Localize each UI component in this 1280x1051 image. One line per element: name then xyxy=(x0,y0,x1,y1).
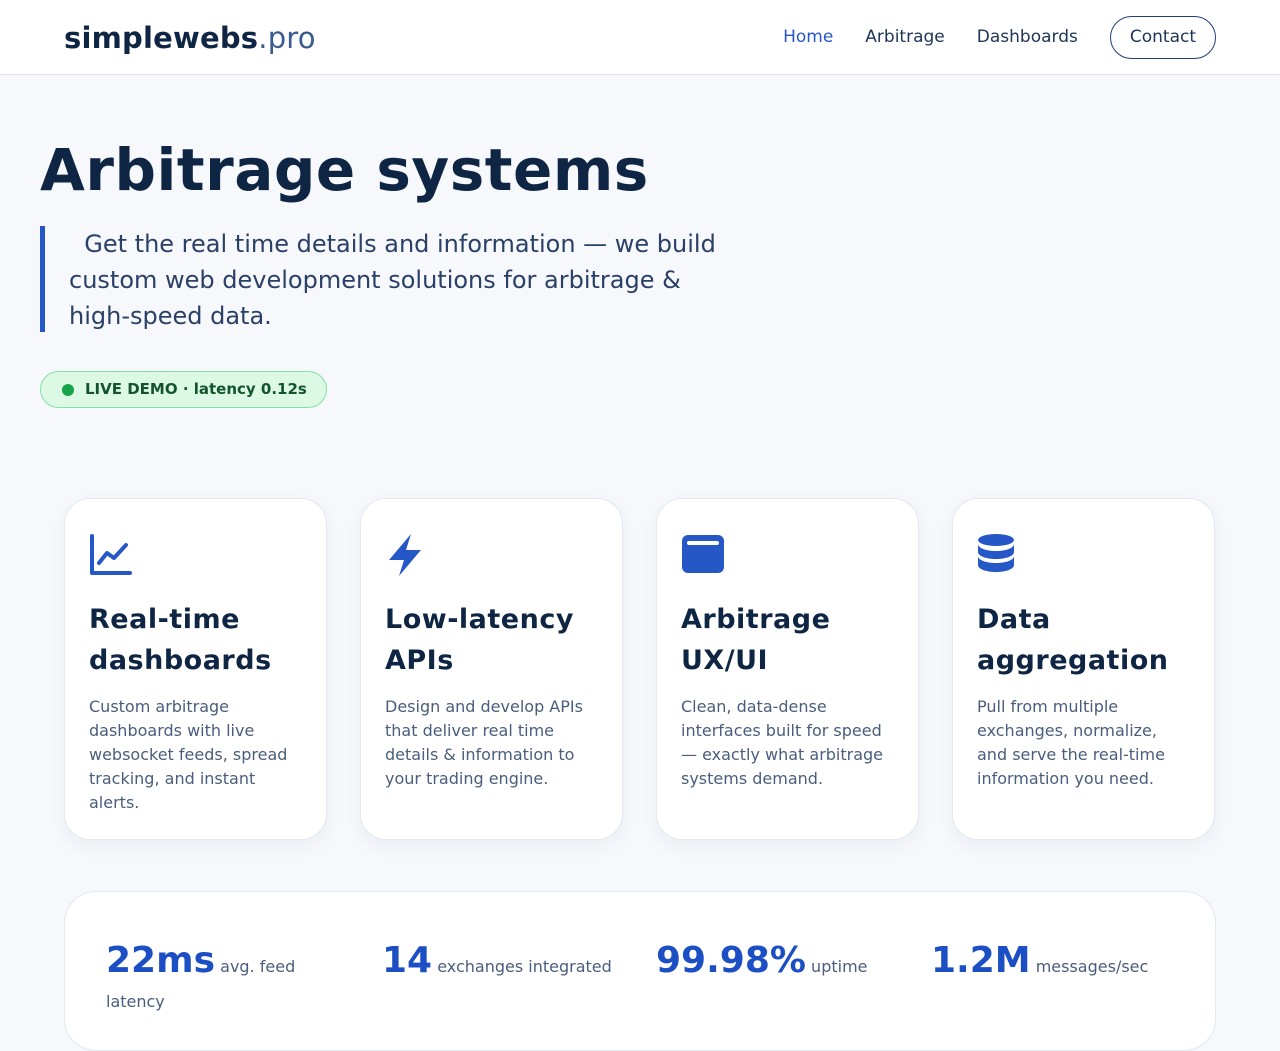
stat-label: exchanges integrated xyxy=(437,957,612,976)
feature-card-aggregation: Data aggregation Pull from multiple exch… xyxy=(952,498,1215,840)
logo-bold: simplewebs xyxy=(64,21,259,55)
feature-card-dashboards: Real-time dashboards Custom arbitrage da… xyxy=(64,498,327,840)
main-nav: Home Arbitrage Dashboards Contact xyxy=(783,16,1216,59)
nav-dashboards[interactable]: Dashboards xyxy=(977,16,1078,59)
stat-label: uptime xyxy=(811,957,868,976)
stats-panel: 22ms avg. feed latency 14 exchanges inte… xyxy=(64,891,1216,1051)
nav-home[interactable]: Home xyxy=(783,16,833,59)
card-title: Real-time dashboards xyxy=(89,604,272,676)
card-text: Pull from multiple exchanges, normalize,… xyxy=(977,697,1165,788)
stat-value: 99.98% xyxy=(656,940,806,981)
stat-exchanges: 14 exchanges integrated xyxy=(382,936,642,986)
logo-suffix: .pro xyxy=(258,21,316,55)
stat-messages: 1.2M messages/sec xyxy=(931,936,1191,986)
card-title: Arbitrage UX/UI xyxy=(681,604,831,676)
stat-value: 22ms xyxy=(106,940,216,981)
hero-quote-text: Get the real time details and informatio… xyxy=(69,230,716,330)
stat-uptime: 99.98% uptime xyxy=(656,936,916,986)
page-title: Arbitrage systems xyxy=(40,136,649,204)
card-text: Clean, data-dense interfaces built for s… xyxy=(681,697,884,788)
stat-latency: 22ms avg. feed latency xyxy=(106,936,326,1018)
live-demo-label: LIVE DEMO · latency 0.12s xyxy=(85,380,307,398)
logo[interactable]: simplewebs.pro xyxy=(64,18,316,58)
hero-quote: Get the real time details and informatio… xyxy=(40,226,740,332)
card-text: Custom arbitrage dashboards with live we… xyxy=(89,697,288,812)
database-icon xyxy=(978,534,1014,572)
window-icon xyxy=(682,535,724,573)
contact-button[interactable]: Contact xyxy=(1109,16,1216,59)
card-title: Low-latency APIs xyxy=(385,604,574,676)
card-text: Design and develop APIs that deliver rea… xyxy=(385,697,583,788)
stat-label: messages/sec xyxy=(1035,957,1149,976)
card-title: Data aggregation xyxy=(977,604,1169,676)
line-chart-icon xyxy=(90,534,132,575)
lightning-icon xyxy=(389,534,421,576)
stat-value: 14 xyxy=(382,940,433,981)
site-header: simplewebs.pro Home Arbitrage Dashboards… xyxy=(0,0,1280,75)
stat-value: 1.2M xyxy=(931,940,1031,981)
live-status-dot-icon xyxy=(62,384,74,396)
live-demo-badge: LIVE DEMO · latency 0.12s xyxy=(40,371,327,408)
feature-card-apis: Low-latency APIs Design and develop APIs… xyxy=(360,498,623,840)
feature-card-ux: Arbitrage UX/UI Clean, data-dense interf… xyxy=(656,498,919,840)
nav-arbitrage[interactable]: Arbitrage xyxy=(865,16,944,59)
